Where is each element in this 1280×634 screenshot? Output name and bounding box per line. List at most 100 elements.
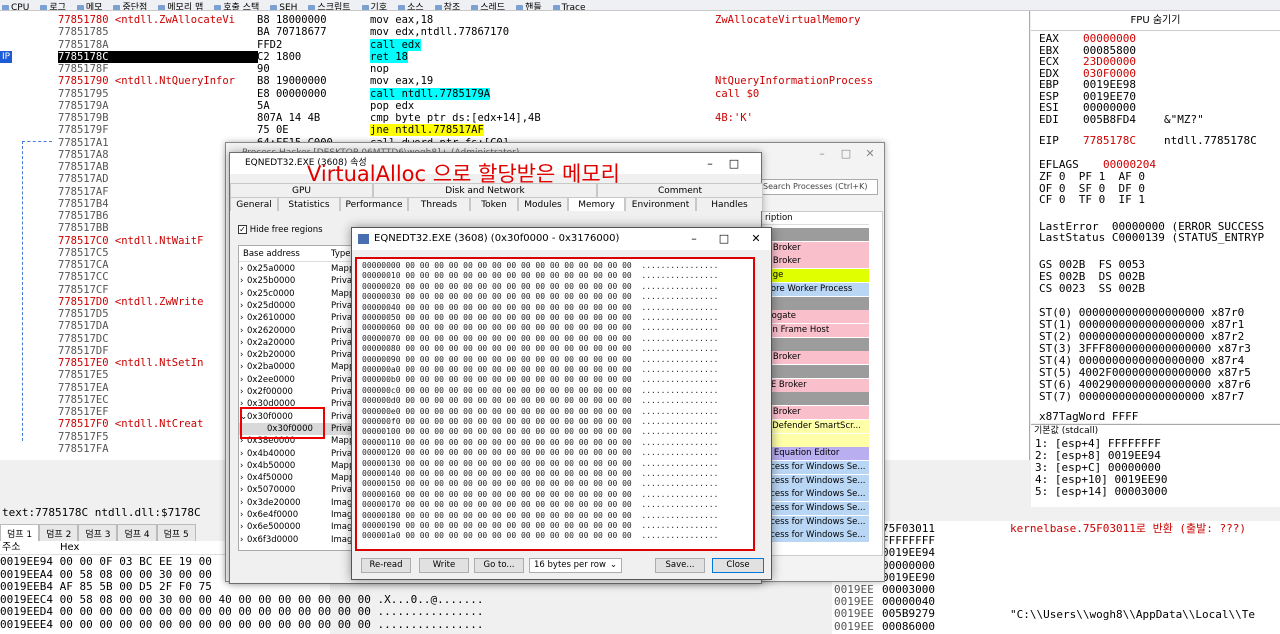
stack-value[interactable]: FFFFFFFF xyxy=(882,535,935,547)
stack-value[interactable]: 0019EE90 xyxy=(882,571,935,584)
memory-region-row[interactable]: › 0x5070000 Privat xyxy=(239,484,353,496)
fpu-st-register[interactable]: ST(4) 0000000000000000000 x87r4 xyxy=(1039,354,1244,367)
description-column-header[interactable]: ription xyxy=(759,212,869,225)
hex-row[interactable]: 000000a0 00 00 00 00 00 00 00 00 00 00 0… xyxy=(362,365,718,375)
memory-region-row[interactable]: ›0x25a0000Mappe xyxy=(239,263,353,275)
tab-performance[interactable]: Performance xyxy=(340,197,408,211)
process-row[interactable] xyxy=(759,365,869,378)
props-minimize-button[interactable]: – xyxy=(698,153,722,174)
disasm-row[interactable]: 77851795 E8 00000000 call ntdll.7785179A ca… xyxy=(0,87,1029,100)
toolbar-tab-8[interactable]: 기호 xyxy=(360,4,397,10)
properties-tabs-row2[interactable]: General Statistics Performance Threads Token… xyxy=(230,197,763,211)
hex-row[interactable]: 00000020 00 00 00 00 00 00 00 00 00 00 0… xyxy=(362,282,718,292)
fpu-st-register[interactable]: ST(0) 0000000000000000000 x87r0 xyxy=(1039,306,1244,319)
row-size-select[interactable]: 16 bytes per row ⌄ xyxy=(529,558,622,573)
hex-row[interactable]: 00000110 00 00 00 00 00 00 00 00 00 00 0… xyxy=(362,438,718,448)
segment-line[interactable]: CS 0023 SS 002B xyxy=(1039,282,1145,295)
toolbar-tab-11[interactable]: 스레드 xyxy=(469,4,514,10)
hex-row[interactable]: 000000c0 00 00 00 00 00 00 00 00 00 00 0… xyxy=(362,386,718,396)
hex-row[interactable]: 000001a0 00 00 00 00 00 00 00 00 00 00 0… xyxy=(362,531,718,541)
hex-row[interactable]: 00000010 00 00 00 00 00 00 00 00 00 00 0… xyxy=(362,271,718,281)
stack-pane[interactable]: 75F03011FFFFFFFF 0019EE 0019EE94 0019EE 0000… xyxy=(832,521,1280,634)
memory-region-row[interactable]: › 0x2b20000 Privat xyxy=(239,349,353,361)
chevron-right-icon[interactable]: › xyxy=(240,349,243,361)
chevron-right-icon[interactable]: › xyxy=(240,263,243,275)
disasm-row[interactable]: 7785178A FFD2 call edx xyxy=(0,38,1029,51)
process-row[interactable]: s Defender SmartScr... xyxy=(759,419,869,433)
memory-region-row[interactable]: ›0x3de20000Image xyxy=(239,497,353,509)
hex-row[interactable]: 000000d0 00 00 00 00 00 00 00 00 00 00 0… xyxy=(362,396,718,406)
chevron-right-icon[interactable]: › xyxy=(240,275,243,287)
hex-row[interactable]: 00000100 00 00 00 00 00 00 00 00 00 00 0… xyxy=(362,427,718,437)
toolbar-tab-6[interactable]: SEH xyxy=(268,4,306,10)
hex-maximize-button[interactable]: □ xyxy=(712,228,736,249)
process-row[interactable]: ocess for Windows Se... xyxy=(759,529,869,543)
process-row[interactable] xyxy=(759,433,869,447)
hex-row[interactable]: 00000150 00 00 00 00 00 00 00 00 00 00 0… xyxy=(362,479,718,489)
toolbar-tab-1[interactable]: 로그 xyxy=(38,4,75,10)
fpu-toggle[interactable]: FPU 숨기기 xyxy=(1031,11,1280,31)
chevron-right-icon[interactable]: › xyxy=(240,288,243,300)
toolbar-tab-5[interactable]: 호출 스택 xyxy=(212,4,268,10)
disasm-row[interactable]: 7785178F 90 nop xyxy=(0,63,1029,75)
hex-row[interactable]: 00000170 00 00 00 00 00 00 00 00 00 00 0… xyxy=(362,500,718,510)
disasm-row[interactable]: 7785179F 75 0E jne ntdll.778517AF xyxy=(0,124,1029,137)
process-row[interactable]: ocess for Windows Se... xyxy=(759,488,869,502)
tab-memory[interactable]: Memory xyxy=(568,197,625,211)
chevron-right-icon[interactable]: › xyxy=(240,448,243,460)
fpu-st-register[interactable]: ST(3) 3FFF8000000000000000 x87r3 xyxy=(1039,342,1251,355)
chevron-right-icon[interactable]: › xyxy=(240,521,243,533)
hex-scrollbar[interactable] xyxy=(757,257,769,551)
memory-region-row[interactable]: ›0x4f50000Mappe xyxy=(239,472,353,484)
tab-general[interactable]: General xyxy=(230,197,278,211)
fpu-st-register[interactable]: ST(5) 4002F000000000000000 x87r5 xyxy=(1039,366,1251,379)
stack-value[interactable]: 005B9279 xyxy=(882,608,935,620)
hex-row[interactable]: 000000e0 00 00 00 00 00 00 00 00 00 00 0… xyxy=(362,407,718,417)
process-row[interactable]: rrogate xyxy=(759,310,869,324)
disasm-row[interactable]: 77851780 <ntdll.ZwAllocateVi B8 18000000 m… xyxy=(0,14,1029,26)
close-button[interactable]: Close xyxy=(712,558,764,573)
toolbar-tab-4[interactable]: 메모리 맵 xyxy=(156,4,212,10)
hex-minimize-button[interactable]: – xyxy=(682,228,706,249)
toolbar-tab-12[interactable]: 핸들 xyxy=(514,4,551,10)
hex-view[interactable]: 00000000 00 00 00 00 00 00 00 00 00 00 0… xyxy=(355,257,755,551)
segment-line[interactable]: GS 002B FS 0053 xyxy=(1039,258,1145,271)
dump-row[interactable]: 0019EEE4 00 00 00 00 00 00 00 00 00 00 0… xyxy=(0,618,483,631)
memory-region-row[interactable]: › 0x25b0000 Privat xyxy=(239,275,353,287)
memory-region-row[interactable]: ›0x6e4f0000Image xyxy=(239,509,353,521)
write-button[interactable]: Write xyxy=(419,558,469,573)
dump-row[interactable]: 0019EEB4 AF 85 5B 00 D5 2F F0 75 xyxy=(0,581,212,593)
stack-value[interactable]: 00086000 xyxy=(882,620,935,633)
process-search-input[interactable]: Search Processes (Ctrl+K) xyxy=(760,179,878,195)
flags-line[interactable]: CF 0 TF 0 IF 1 xyxy=(1039,194,1145,206)
chevron-right-icon[interactable]: › xyxy=(240,472,243,484)
process-row[interactable]: idge xyxy=(759,269,869,283)
props-maximize-button[interactable]: □ xyxy=(722,153,746,174)
register-eip[interactable]: EIP 7785178C ntdll.7785178C xyxy=(1039,135,1257,147)
col-base-address[interactable]: Base address xyxy=(243,249,300,259)
memory-region-row[interactable]: ›0x25c0000Mappe xyxy=(239,288,353,300)
process-row[interactable]: e Broker xyxy=(759,406,869,420)
chevron-right-icon[interactable]: › xyxy=(240,386,243,398)
process-row[interactable]: ocess for Windows Se... xyxy=(759,515,869,529)
process-row[interactable] xyxy=(759,337,869,351)
registers-pane[interactable]: FPU 숨기기 EAX 00000000 EBX 00085800 ECX 23D0000… xyxy=(1031,11,1280,423)
chevron-right-icon[interactable]: › xyxy=(240,361,243,373)
dump-tab-1[interactable]: 덤프 1 xyxy=(0,524,40,541)
ph-maximize-button[interactable]: □ xyxy=(834,143,858,164)
toolbar-tab-9[interactable]: 소스 xyxy=(396,4,433,10)
toolbar-tab-2[interactable]: 메모 xyxy=(75,4,112,10)
chevron-right-icon[interactable]: › xyxy=(240,534,243,546)
hex-row[interactable]: 00000130 00 00 00 00 00 00 00 00 00 00 0… xyxy=(362,459,718,469)
goto-button[interactable]: Go to... xyxy=(474,558,524,573)
disasm-row[interactable]: 7785179A 5A pop edx xyxy=(0,100,1029,112)
disasm-row[interactable]: 7785179B 807A 14 4B cmp byte ptr ds:[edx+1… xyxy=(0,112,1029,124)
memory-region-row[interactable]: › 0x2f00000 Privat xyxy=(239,386,353,398)
dump-tab-2[interactable]: 덤프 2 xyxy=(39,524,79,541)
fpu-st-register[interactable]: ST(1) 0000000000000000000 x87r1 xyxy=(1039,318,1244,331)
process-list[interactable]: ription pe Brokere BrokeridgeCore Worker… xyxy=(758,211,883,556)
tab-statistics[interactable]: Statistics xyxy=(278,197,340,211)
segment-line[interactable]: ES 002B DS 002B xyxy=(1039,270,1145,283)
tab-comment[interactable]: Comment xyxy=(597,183,763,197)
process-row[interactable]: ft Equation Editor xyxy=(759,447,869,461)
